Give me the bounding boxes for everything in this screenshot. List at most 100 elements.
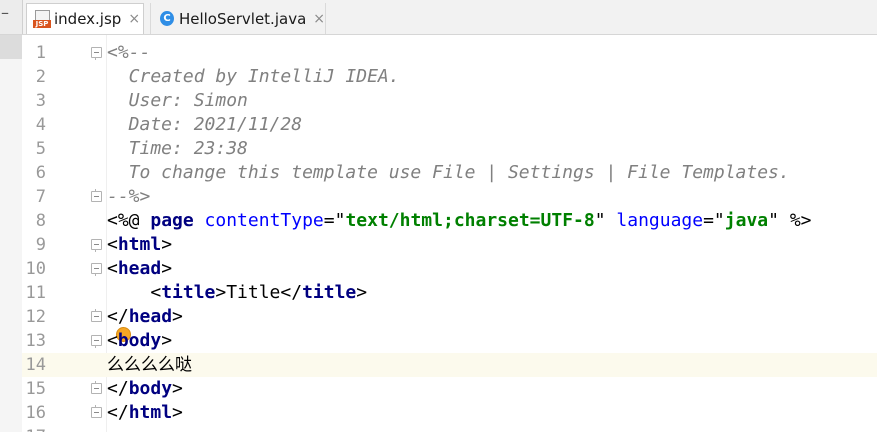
code-line-16[interactable]: 16 </html> — [22, 401, 877, 425]
code-text: <%-- — [107, 41, 150, 65]
line-number: 12 — [25, 307, 46, 327]
code-token: User: Simon — [107, 90, 248, 111]
line-number: 14 — [25, 355, 46, 375]
code-line-5[interactable]: 5 Time: 23:38 — [22, 137, 877, 161]
code-line-3[interactable]: 3 User: Simon — [22, 89, 877, 113]
code-token: =" — [703, 210, 725, 231]
code-line-9[interactable]: 9 <html> — [22, 233, 877, 257]
strip-marker — [0, 35, 22, 59]
code-token: 么么么么哒 — [107, 355, 192, 375]
code-line-1[interactable]: 1 <%-- — [22, 41, 877, 65]
code-token: --%> — [107, 186, 151, 207]
line-number: 8 — [35, 211, 46, 231]
java-class-icon: C — [160, 11, 174, 26]
code-line-11[interactable]: 11 <title>Title</title> — [22, 281, 877, 305]
line-number: 13 — [25, 331, 46, 351]
fold-marker-icon[interactable] — [91, 309, 102, 322]
fold-marker-icon[interactable] — [91, 381, 102, 394]
code-line-7[interactable]: 7 --%> — [22, 185, 877, 209]
code-token: > — [172, 402, 183, 423]
code-line-10[interactable]: 10 <head> — [22, 257, 877, 281]
jsp-badge: JSP — [33, 20, 51, 28]
code-token: </ — [107, 402, 129, 423]
code-token: </ — [107, 378, 129, 399]
code-line-15[interactable]: 15 </body> — [22, 377, 877, 401]
fold-marker-icon[interactable] — [91, 405, 102, 418]
fold-marker-icon[interactable] — [91, 239, 102, 252]
code-token: " %> — [768, 210, 812, 231]
code-text: --%> — [107, 185, 150, 209]
code-text: <html> — [107, 233, 172, 257]
fold-marker-icon[interactable] — [91, 47, 102, 60]
line-number: 1 — [35, 43, 46, 63]
code-token: html — [117, 234, 162, 255]
code-token: < — [107, 258, 118, 279]
line-number: 3 — [35, 91, 46, 111]
fold-marker-icon[interactable] — [91, 189, 102, 202]
code-token: </ — [107, 306, 129, 327]
code-line-14[interactable]: 14 么么么么哒 — [22, 353, 877, 377]
code-token: < — [107, 234, 118, 255]
tab-helloservlet-java[interactable]: C HelloServlet.java × — [150, 3, 326, 34]
code-editor[interactable]: 1 <%-- 2 Created by IntelliJ IDEA. 3 User: … — [0, 35, 877, 432]
line-number: 15 — [25, 379, 46, 399]
code-token: > — [161, 234, 173, 255]
line-number: 10 — [25, 259, 46, 279]
code-text: </html> — [107, 401, 183, 425]
fold-marker-icon[interactable] — [91, 335, 102, 348]
code-token: > — [356, 282, 368, 303]
code-token: body — [117, 330, 162, 351]
code-token: contentType — [204, 210, 324, 231]
tool-window-strip[interactable]: – — [0, 0, 23, 34]
code-token: >Title</ — [215, 282, 303, 303]
code-token: > — [161, 258, 173, 279]
line-number: 16 — [25, 403, 46, 423]
code-token: title — [302, 282, 357, 303]
code-text: Created by IntelliJ IDEA. — [107, 65, 400, 89]
code-token: <%@ — [107, 210, 151, 231]
code-token: To change this template use File | Setti… — [107, 162, 790, 183]
code-token: text/html;charset=UTF-8 — [345, 210, 595, 231]
close-tab-icon[interactable]: × — [128, 11, 140, 27]
jsp-file-icon: JSP — [33, 10, 51, 28]
code-token: > — [161, 330, 173, 351]
code-token: title — [161, 282, 216, 303]
code-line-6[interactable]: 6 To change this template use File | Set… — [22, 161, 877, 185]
code-text: Date: 2021/11/28 — [107, 113, 302, 137]
code-token: Created by IntelliJ IDEA. — [107, 66, 400, 87]
tab-index-jsp[interactable]: JSP index.jsp × — [26, 3, 144, 34]
code-token: < — [107, 282, 162, 303]
code-text: <body> — [107, 329, 172, 353]
code-text: <%@ page contentType="text/html;charset=… — [107, 209, 812, 233]
code-line-12[interactable]: 12 </head> — [22, 305, 877, 329]
code-token: body — [128, 378, 173, 399]
line-number: 7 — [35, 187, 46, 207]
code-line-2[interactable]: 2 Created by IntelliJ IDEA. — [22, 65, 877, 89]
code-token: > — [172, 378, 183, 399]
code-line-17[interactable]: 17 — [22, 425, 877, 432]
tab-label: index.jsp — [54, 10, 122, 28]
code-token: < — [107, 330, 118, 351]
code-text: <head> — [107, 257, 172, 281]
line-number: 11 — [25, 283, 46, 303]
line-number: 4 — [35, 115, 46, 135]
code-token: head — [128, 306, 173, 327]
line-number: 5 — [35, 139, 46, 159]
code-line-13[interactable]: 13 <body> — [22, 329, 877, 353]
code-token: <%-- — [107, 42, 151, 63]
code-text: Time: 23:38 — [107, 137, 248, 161]
code-line-4[interactable]: 4 Date: 2021/11/28 — [22, 113, 877, 137]
line-number: 2 — [35, 67, 46, 87]
close-tab-icon[interactable]: × — [313, 11, 325, 27]
code-token: Date: 2021/11/28 — [107, 114, 303, 135]
code-token: head — [117, 258, 162, 279]
fold-marker-icon[interactable] — [91, 263, 102, 276]
minimize-icon[interactable]: – — [1, 3, 9, 22]
tab-label: HelloServlet.java — [178, 9, 307, 28]
code-text: To change this template use File | Setti… — [107, 161, 790, 185]
code-text: </body> — [107, 377, 183, 401]
code-token: language — [616, 210, 704, 231]
code-text: 么么么么哒 — [107, 353, 192, 377]
code-line-8[interactable]: 8 <%@ page contentType="text/html;charset… — [22, 209, 877, 233]
code-token: =" — [323, 210, 346, 231]
